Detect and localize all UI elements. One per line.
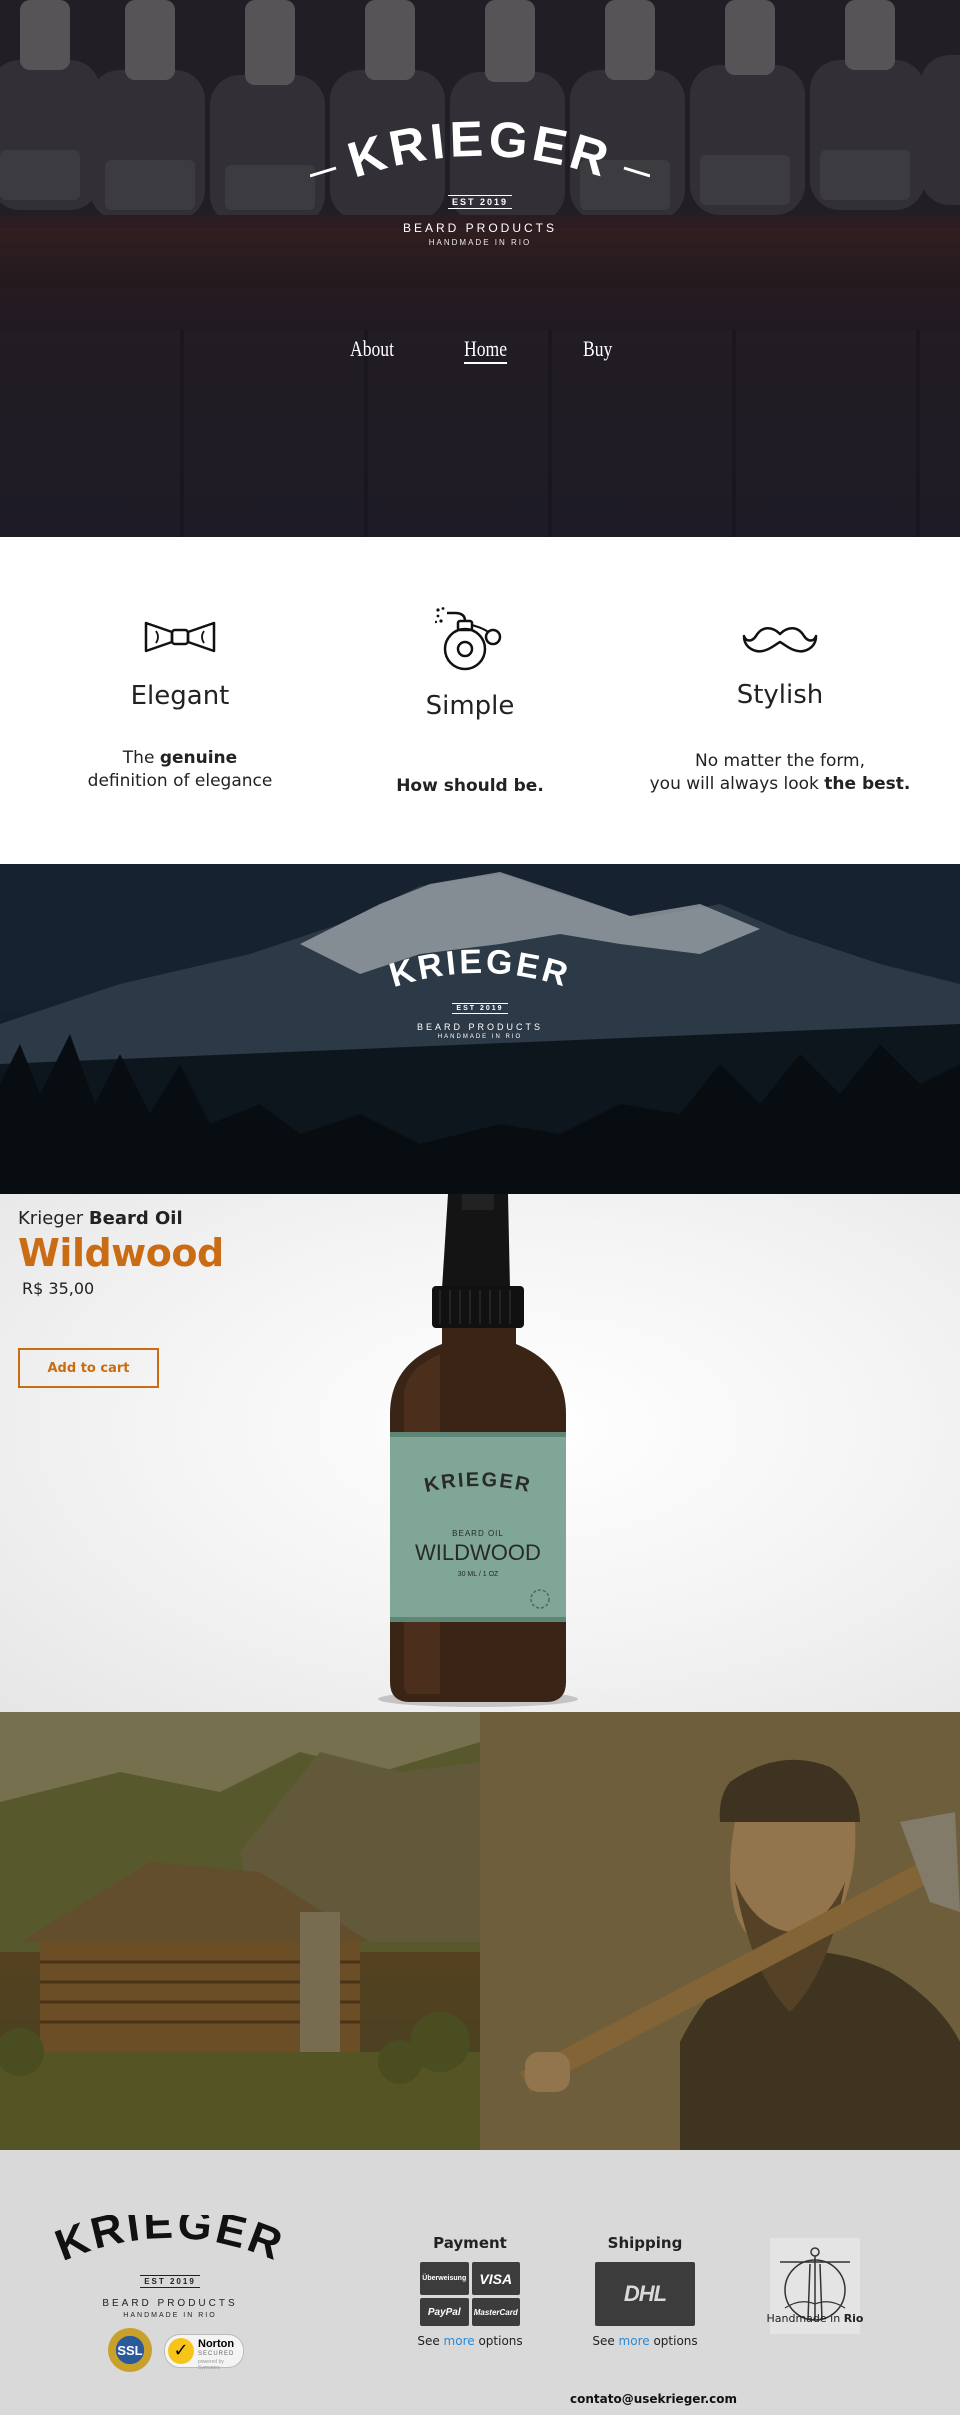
product-name: Wildwood (18, 1231, 224, 1275)
feature-simple: Simple How should be. (350, 607, 590, 798)
logo-handmade: HANDMADE IN RIO (123, 2312, 217, 2319)
contact-email-link[interactable]: contato@usekrieger.com (570, 2392, 737, 2406)
main-nav: About Home Buy (0, 336, 960, 376)
feature-elegant: Elegant The genuine definition of elegan… (60, 617, 300, 793)
photo-tint (480, 1712, 960, 2150)
logo-handmade: HANDMADE IN RIO (437, 1034, 523, 1040)
mountain-logo: KRIEGER EST 2019 BEARD PRODUCTS HANDMADE… (370, 949, 590, 1040)
hero-overlay (0, 0, 960, 537)
footer-logo-wordmark: KRIEGER (50, 2215, 290, 2269)
nav-buy[interactable]: Buy (583, 336, 612, 362)
visa-card: VISA (471, 2262, 520, 2295)
paypal-card: PayPal (420, 2298, 469, 2326)
payment-more-options: See more options (417, 2334, 523, 2348)
nav-about[interactable]: About (350, 336, 394, 362)
add-to-cart-button[interactable]: Add to cart (18, 1348, 159, 1388)
logo-tagline: BEARD PRODUCTS (402, 221, 557, 235)
photo-log-cabin (0, 1712, 480, 2150)
svg-text:30 ML / 1 OZ: 30 ML / 1 OZ (458, 1571, 499, 1578)
svg-text:BEARD OIL: BEARD OIL (452, 1529, 504, 1538)
features-section: Elegant The genuine definition of elegan… (0, 537, 960, 864)
rio-caption: Handmade in Rio (766, 2312, 864, 2325)
product-line: Krieger Beard Oil (18, 1208, 183, 1229)
feature-title: Elegant (130, 681, 230, 711)
photo-tint (0, 1712, 480, 2150)
hero-logo-wordmark: KRIEGER (310, 120, 650, 188)
hero-logo: KRIEGER EST 2019 BEARD PRODUCTS HANDMADE… (310, 120, 650, 247)
product-bottle-image: KRIEGER BEARD OIL WILDWOOD 30 ML / 1 OZ (378, 1194, 578, 1707)
product-section: Krieger Beard Oil Wildwood R$ 35,00 Add … (0, 1194, 960, 1712)
payment-more-link[interactable]: more (444, 2334, 475, 2348)
payment-title: Payment (433, 2234, 507, 2252)
payment-column: Payment Überweisung VISA PayPal MasterCa… (415, 2234, 525, 2348)
feature-text: How should be. (396, 776, 544, 796)
ssl-badge: SSL (108, 2328, 152, 2372)
logo-est: EST 2019 (452, 1003, 508, 1014)
lifestyle-photos (0, 1712, 960, 2150)
feature-text: No matter the form, you will always look… (649, 751, 911, 794)
svg-text:KRIEGER: KRIEGER (342, 120, 619, 188)
product-price: R$ 35,00 (22, 1279, 95, 1298)
bank-transfer-card: Überweisung (420, 2262, 469, 2295)
logo-tagline: BEARD PRODUCTS (102, 2298, 238, 2309)
mustache-icon (742, 627, 818, 653)
footer-logo: KRIEGER EST 2019 BEARD PRODUCTS HANDMADE… (50, 2215, 290, 2319)
handmade-in-rio: Handmade in Rio (755, 2238, 875, 2334)
mountain-banner: KRIEGER EST 2019 BEARD PRODUCTS HANDMADE… (0, 864, 960, 1194)
bow-tie-icon (144, 621, 216, 653)
feature-stylish: Stylish No matter the form, you will alw… (640, 622, 920, 796)
mountain-logo-wordmark: KRIEGER (385, 949, 574, 995)
feature-title: Simple (425, 691, 515, 721)
photo-lumberjack (480, 1712, 960, 2150)
footer: KRIEGER EST 2019 BEARD PRODUCTS HANDMADE… (0, 2150, 960, 2415)
dhl-logo: DHL (595, 2262, 695, 2326)
mastercard-card: MasterCard (471, 2298, 520, 2326)
nav-home[interactable]: Home (464, 336, 507, 362)
perfume-bottle-icon (435, 607, 502, 671)
product-info: Krieger Beard Oil Wildwood R$ 35,00 (18, 1208, 224, 1298)
security-badges: SSL ✓ Norton SECURED powered by Symantec (108, 2328, 258, 2372)
logo-tagline: BEARD PRODUCTS (416, 1022, 543, 1032)
feature-title: Stylish (736, 680, 824, 710)
logo-est: EST 2019 (447, 195, 513, 209)
hero-section: KRIEGER EST 2019 BEARD PRODUCTS HANDMADE… (0, 0, 960, 537)
logo-handmade: HANDMADE IN RIO (428, 238, 532, 247)
shipping-more-options: See more options (592, 2334, 698, 2348)
feature-text: The genuine definition of elegance (87, 748, 273, 791)
shipping-column: Shipping DHL See more options (590, 2234, 700, 2348)
svg-text:KRIEGER: KRIEGER (50, 2215, 290, 2269)
logo-est: EST 2019 (140, 2275, 200, 2288)
norton-badge: ✓ Norton SECURED powered by Symantec (164, 2334, 244, 2371)
shipping-title: Shipping (607, 2234, 683, 2252)
checkmark-icon: ✓ (168, 2338, 194, 2364)
shipping-more-link[interactable]: more (619, 2334, 650, 2348)
payment-methods: Überweisung VISA PayPal MasterCard (420, 2262, 520, 2326)
svg-text:WILDWOOD: WILDWOOD (415, 1540, 541, 1565)
svg-text:KRIEGER: KRIEGER (385, 949, 574, 995)
